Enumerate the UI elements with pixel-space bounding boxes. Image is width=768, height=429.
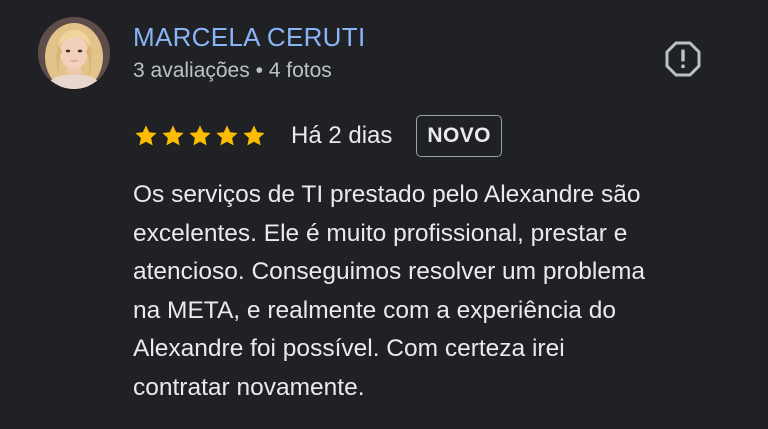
review-text-line: atencioso. Conseguimos resolver um probl… bbox=[133, 258, 646, 285]
review-text-line: Alexandre foi possível. Com certeza irei bbox=[133, 335, 565, 362]
reviewer-meta: 3 avaliações • 4 fotos bbox=[133, 59, 332, 82]
report-review-button[interactable] bbox=[662, 38, 704, 80]
star-rating bbox=[133, 123, 267, 149]
star-icon bbox=[135, 125, 157, 146]
reviewer-name[interactable]: MARCELA CERUTI bbox=[133, 20, 365, 54]
review-text: Os serviços de TI prestado pelo Alexandr… bbox=[133, 176, 743, 407]
review-card: MARCELA CERUTI 3 avaliações • 4 fotos Há… bbox=[0, 0, 768, 429]
review-text-line: Os serviços de TI prestado pelo Alexandr… bbox=[133, 181, 641, 208]
star-icon bbox=[243, 125, 265, 146]
star-icon bbox=[216, 125, 238, 146]
review-text-line: na META, e realmente com a experiência d… bbox=[133, 296, 616, 324]
review-text-line: excelentes. Ele é muito profissional, pr… bbox=[133, 219, 628, 247]
new-badge: NOVO bbox=[416, 115, 502, 157]
avatar-photo bbox=[38, 17, 110, 89]
star-icon bbox=[189, 125, 211, 146]
alert-octagon-icon bbox=[665, 41, 701, 77]
review-date: Há 2 dias bbox=[291, 122, 393, 149]
review-text-line: contratar novamente. bbox=[133, 373, 365, 401]
rating-row: Há 2 dias NOVO bbox=[133, 114, 502, 158]
star-icon bbox=[162, 125, 184, 146]
reviewer-avatar[interactable] bbox=[38, 17, 110, 89]
